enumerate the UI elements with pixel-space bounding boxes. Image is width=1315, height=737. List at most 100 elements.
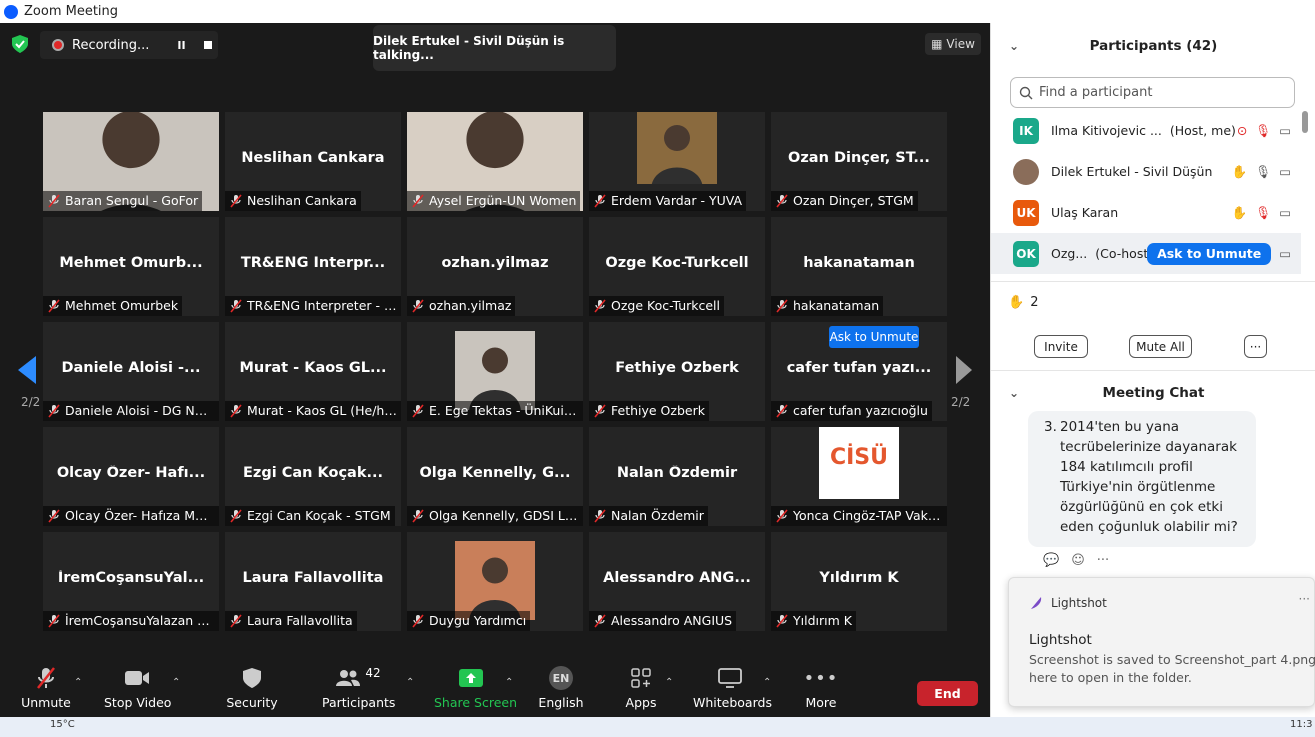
share-screen-button[interactable]: Share Screen	[434, 663, 517, 717]
reply-icon[interactable]: 💬	[1043, 553, 1059, 568]
mic-muted-icon[interactable]: 🎙	[1255, 123, 1271, 139]
video-tile[interactable]: Ozan Dinçer, ST... Ozan Dinçer, STGM	[771, 112, 947, 211]
video-off-icon[interactable]: ▭	[1279, 205, 1291, 220]
mic-muted-icon	[412, 194, 424, 208]
record-icon	[52, 39, 64, 51]
toast-more-icon[interactable]: ···	[1299, 592, 1310, 606]
collapse-participants-chevron-icon[interactable]: ⌄	[1009, 39, 1019, 53]
video-tile[interactable]: TR&ENG Interpr... TR&ENG Interpreter - Ga…	[225, 217, 401, 316]
mic-muted-icon	[412, 509, 424, 523]
participant-display-name: Neslihan Cankara	[241, 150, 385, 166]
audio-options-caret-icon[interactable]: ⌃	[74, 677, 82, 688]
mic-muted-icon	[412, 404, 424, 418]
participant-row[interactable]: UK Ulaş Karan ✋ 🎙 ▭	[991, 192, 1301, 233]
video-tile[interactable]: Duygu Yardımcı	[407, 532, 583, 631]
video-tile[interactable]: CİSÜ Yonca Cingöz-TAP Vakfı/...	[771, 427, 947, 526]
find-participant-input[interactable]: Find a participant	[1010, 77, 1295, 108]
raised-hand-icon: ✋	[1231, 204, 1248, 220]
apps-caret-icon[interactable]: ⌃	[665, 677, 673, 688]
video-tile[interactable]: Neslihan Cankara Neslihan Cankara	[225, 112, 401, 211]
video-tile[interactable]: Nalan Özdemir Nalan Özdemir	[589, 427, 765, 526]
participant-display-name: hakanataman	[803, 255, 915, 271]
participant-name-label: Laura Fallavollita	[225, 611, 357, 631]
participant-display-name: Fethiye Ozberk	[615, 360, 739, 376]
video-tile[interactable]: Daniele Aloisi -... Daniele Aloisi - DG N…	[43, 322, 219, 421]
video-tile[interactable]: hakanataman hakanataman	[771, 217, 947, 316]
video-tile[interactable]: Laura Fallavollita Laura Fallavollita	[225, 532, 401, 631]
grid-icon: ▦	[931, 37, 943, 51]
video-off-icon[interactable]: ▭	[1279, 246, 1291, 261]
participants-caret-icon[interactable]: ⌃	[406, 677, 414, 688]
mic-muted-icon[interactable]: 🎙	[1255, 205, 1271, 221]
video-tile[interactable]: Ezgi Can Koçak... Ezgi Can Koçak - STGM	[225, 427, 401, 526]
video-tile[interactable]: Murat - Kaos GL... Murat - Kaos GL (He/hi…	[225, 322, 401, 421]
unmute-button[interactable]: Unmute	[16, 663, 76, 717]
participant-row[interactable]: Dilek Ertukel - Sivil Düşün ✋ 🎙 ▭	[991, 151, 1301, 192]
video-camera-icon	[125, 671, 149, 685]
stop-recording-button[interactable]	[203, 41, 212, 49]
share-caret-icon[interactable]: ⌃	[505, 677, 513, 688]
participant-role: (Host, me)	[1169, 123, 1236, 138]
stop-video-button[interactable]: Stop Video	[104, 663, 171, 717]
participant-display-name: Ozan Dinçer, ST...	[788, 150, 930, 166]
mic-icon[interactable]: 🎙	[1255, 164, 1271, 180]
participant-name-label: Yonca Cingöz-TAP Vakfı/...	[771, 506, 947, 526]
ask-to-unmute-button[interactable]: Ask to Unmute	[1147, 242, 1272, 265]
meeting-chat-title: Meeting Chat	[1102, 384, 1205, 401]
participants-scrollbar[interactable]	[1302, 111, 1308, 133]
video-tile[interactable]: Olga Kennelly, G... Olga Kennelly, GDSI L…	[407, 427, 583, 526]
whiteboards-caret-icon[interactable]: ⌃	[763, 677, 771, 688]
mic-muted-icon	[594, 509, 606, 523]
chat-more-icon[interactable]: ···	[1097, 553, 1109, 568]
more-options-button[interactable]: ···	[1244, 335, 1267, 358]
emoji-icon[interactable]: ☺	[1071, 553, 1085, 568]
end-meeting-button[interactable]: End	[917, 681, 978, 706]
more-dots-icon: •••	[803, 667, 839, 689]
participant-display-name: Murat - Kaos GL...	[239, 360, 387, 376]
english-interpretation-button[interactable]: EN English	[538, 663, 584, 717]
video-off-icon[interactable]: ▭	[1279, 123, 1291, 138]
security-button[interactable]: Security	[226, 663, 278, 717]
participant-name-label: Alessandro ANGIUS	[589, 611, 737, 631]
whiteboards-button[interactable]: Whiteboards	[693, 663, 772, 717]
toast-title: Lightshot	[1029, 632, 1092, 648]
video-tile[interactable]: E. Ege Tektas - ÜniKuir ...	[407, 322, 583, 421]
video-tile[interactable]: Baran Sengul - GoFor	[43, 112, 219, 211]
raised-hands-summary: ✋ 2	[1008, 295, 1039, 310]
video-tile[interactable]: Alessandro ANG... Alessandro ANGIUS	[589, 532, 765, 631]
view-button[interactable]: ▦ View	[925, 33, 981, 55]
participant-row[interactable]: IK Ilma Kitivojevic ... (Host, me) ⊙ 🎙 ▭	[991, 110, 1301, 151]
apps-button[interactable]: Apps	[622, 663, 660, 717]
participants-button[interactable]: 42 Participants	[322, 663, 395, 717]
video-tile[interactable]: Olcay Özer- Hafı... Olcay Özer- Hafıza Me…	[43, 427, 219, 526]
next-page-arrow-icon[interactable]	[956, 356, 972, 384]
video-tile[interactable]: Ozge Koc-Turkcell Ozge Koc-Turkcell	[589, 217, 765, 316]
window-title: Zoom Meeting	[24, 4, 119, 19]
video-tile[interactable]: Fethiye Ozberk Fethiye Ozberk	[589, 322, 765, 421]
video-tile[interactable]: Mehmet Omurb... Mehmet Omurbek	[43, 217, 219, 316]
video-tile[interactable]: Yıldırım K Yıldırım K	[771, 532, 947, 631]
participant-name-label: Daniele Aloisi - DG NEAR	[43, 401, 219, 421]
lightshot-notification[interactable]: Lightshot ··· Lightshot Screenshot is sa…	[1008, 577, 1315, 707]
collapse-chat-chevron-icon[interactable]: ⌄	[1009, 386, 1019, 400]
participant-name-label: Ezgi Can Koçak - STGM	[225, 506, 395, 526]
more-button[interactable]: ••• More	[800, 663, 842, 717]
recording-status-icon: ⊙	[1236, 123, 1248, 138]
video-tile[interactable]: ozhan.yilmaz ozhan.yilmaz	[407, 217, 583, 316]
previous-page-arrow-icon[interactable]	[18, 356, 36, 384]
invite-button[interactable]: Invite	[1034, 335, 1088, 358]
participant-name-label: Neslihan Cankara	[225, 191, 361, 211]
participant-display-name: Ozge Koc-Turkcell	[605, 255, 749, 271]
participant-name-label: TR&ENG Interpreter - Gam...	[225, 296, 401, 316]
video-options-caret-icon[interactable]: ⌃	[172, 677, 180, 688]
recording-indicator[interactable]: Recording... II	[40, 31, 218, 59]
ask-to-unmute-popup-button[interactable]: Ask to Unmute	[829, 326, 919, 348]
pause-recording-button[interactable]: II	[177, 39, 185, 52]
mute-all-button[interactable]: Mute All	[1129, 335, 1192, 358]
mic-muted-icon	[230, 299, 242, 313]
participant-row[interactable]: OK Ozg... (Co-host) Ask to Unmute ▭	[991, 233, 1301, 274]
video-tile[interactable]: İremCoşansuYal... İremCoşansuYalazan En..…	[43, 532, 219, 631]
video-tile[interactable]: Erdem Vardar - YUVA	[589, 112, 765, 211]
video-tile[interactable]: Aysel Ergün-UN Women	[407, 112, 583, 211]
video-off-icon[interactable]: ▭	[1279, 164, 1291, 179]
